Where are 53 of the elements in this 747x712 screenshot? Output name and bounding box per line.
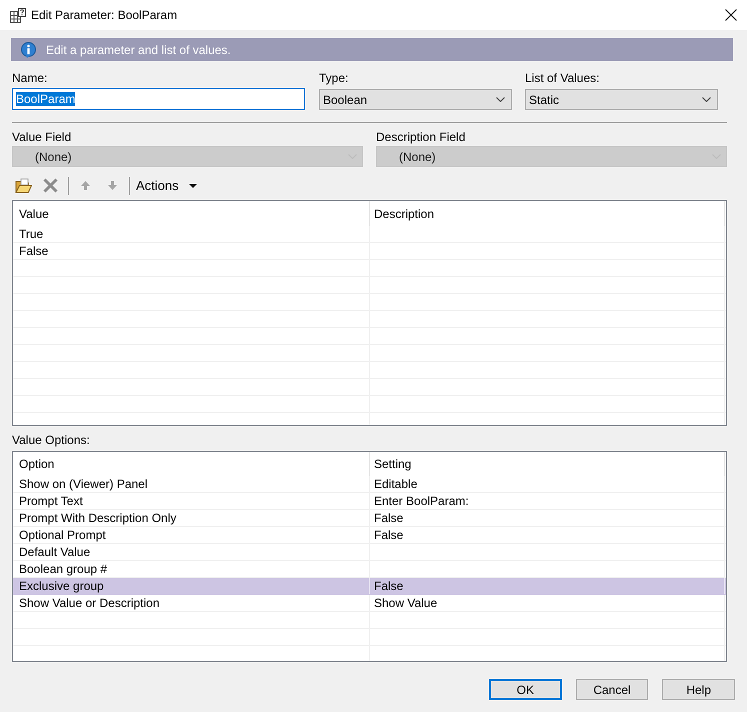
option-row[interactable]: Optional Prompt False: [13, 527, 726, 544]
field-label: Value Field: [12, 130, 72, 144]
table-cell: Show Value: [370, 595, 725, 611]
table-cell: Show Value or Description: [13, 595, 370, 611]
chevron-down-icon: [496, 97, 505, 102]
value-row[interactable]: False: [13, 243, 726, 260]
option-row[interactable]: Show on (Viewer) Panel Editable: [13, 476, 726, 493]
window-title: Edit Parameter: BoolParam: [31, 8, 178, 22]
option-row[interactable]: Prompt Text Enter BoolParam:: [13, 493, 726, 510]
chevron-down-icon: [702, 97, 711, 102]
info-icon: [21, 42, 36, 58]
field-label: Name:: [12, 71, 48, 85]
table-cell: True: [13, 226, 370, 242]
close-icon[interactable]: [725, 9, 737, 21]
table-cell: False: [370, 510, 725, 526]
arrow-up-icon[interactable]: [81, 181, 90, 190]
option-row[interactable]: Default Value: [13, 544, 726, 561]
grid-icon: [10, 8, 26, 22]
option-row[interactable]: Show Value or Description Show Value: [13, 595, 726, 612]
table-cell: False: [13, 243, 370, 259]
actions-button[interactable]: Actions: [134, 176, 199, 196]
dialog-button[interactable]: OK: [489, 679, 562, 700]
table-cell: False: [370, 527, 725, 543]
value-row[interactable]: True: [13, 226, 726, 243]
list-of-values-dropdown[interactable]: Static: [525, 89, 718, 110]
option-row[interactable]: Exclusive group False: [13, 578, 726, 595]
dialog-button[interactable]: Help: [662, 679, 735, 700]
table-cell: Boolean group #: [13, 561, 370, 577]
table-cell: Prompt With Description Only: [13, 510, 370, 526]
option-row[interactable]: Boolean group #: [13, 561, 726, 578]
dialog-button[interactable]: Cancel: [576, 679, 648, 700]
table-cell: Editable: [370, 476, 725, 492]
table-cell: Show on (Viewer) Panel: [13, 476, 370, 492]
caret-down-icon: [188, 184, 197, 188]
table-cell: Default Value: [13, 544, 370, 560]
name-field[interactable]: BoolParam: [12, 88, 305, 110]
column-header[interactable]: Description: [370, 201, 725, 226]
table-cell: Optional Prompt: [13, 527, 370, 543]
banner-text: Edit a parameter and list of values.: [46, 42, 231, 56]
table-cell: Prompt Text: [13, 493, 370, 509]
table-cell: Enter BoolParam:: [370, 493, 725, 509]
table-cell: False: [370, 578, 725, 594]
type-dropdown[interactable]: Boolean: [319, 89, 512, 110]
arrow-down-icon[interactable]: [108, 181, 117, 190]
field-label: List of Values:: [525, 71, 600, 85]
table-cell: Exclusive group: [13, 578, 370, 594]
field-label: Type:: [319, 71, 348, 85]
section-label: Value Options:: [12, 433, 90, 447]
folder-icon[interactable]: [15, 178, 32, 194]
cross-icon[interactable]: [43, 178, 58, 193]
column-header[interactable]: Value: [13, 201, 370, 226]
option-row[interactable]: Prompt With Description Only False: [13, 510, 726, 527]
field-label: Description Field: [376, 130, 466, 144]
